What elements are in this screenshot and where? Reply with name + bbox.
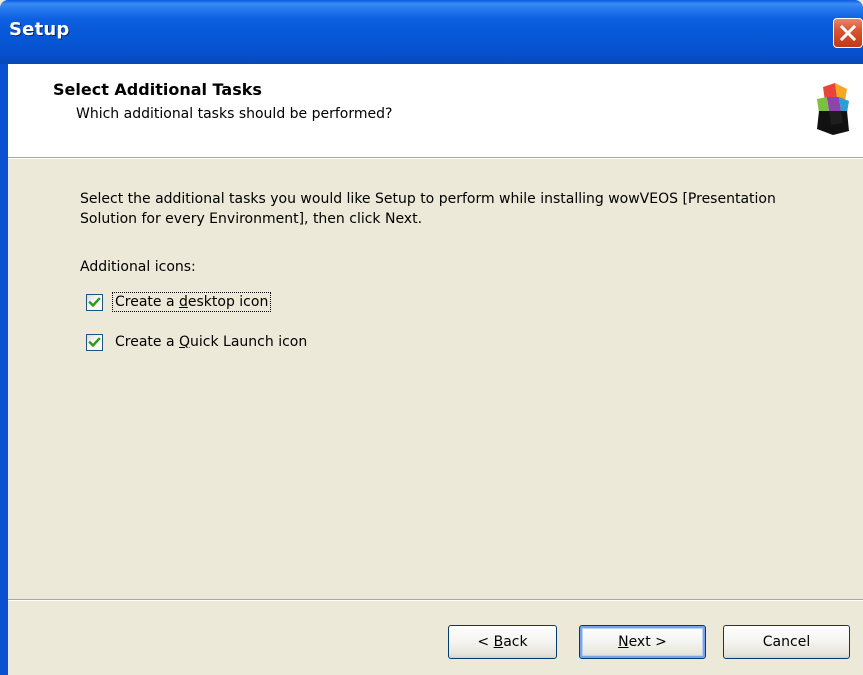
accelerator-key: B <box>493 634 504 650</box>
label-text: uick Launch icon <box>190 334 308 350</box>
wizard-body: Select the additional tasks you would li… <box>8 159 863 589</box>
label-text: ext <box>628 634 651 650</box>
quick-launch-icon-checkbox[interactable] <box>86 333 103 351</box>
page-title: Select Additional Tasks <box>53 80 262 99</box>
label-text: < <box>477 634 494 650</box>
additional-icons-label: Additional icons: <box>80 259 196 275</box>
quick-launch-icon-option[interactable]: Create a Quick Launch icon <box>86 331 309 353</box>
accelerator-key: d <box>179 294 188 310</box>
setup-window: Setup Select Additional Tasks Which addi… <box>0 0 863 675</box>
back-button[interactable]: < Back <box>448 625 557 659</box>
footer-divider-highlight <box>8 600 863 601</box>
label-text: Create a <box>115 294 179 310</box>
accelerator-key: N <box>618 634 629 650</box>
cancel-button-label: Cancel <box>762 634 811 650</box>
quick-launch-icon-label[interactable]: Create a Quick Launch icon <box>113 333 309 351</box>
desktop-icon-label[interactable]: Create a desktop icon <box>111 292 272 312</box>
label-text: Create a <box>115 334 179 350</box>
next-button[interactable]: Next > <box>579 625 706 659</box>
accelerator-key: Q <box>179 334 191 350</box>
back-button-label: < Back <box>477 634 527 650</box>
next-button-label: Next > <box>618 634 667 650</box>
page-subtitle: Which additional tasks should be perform… <box>76 106 393 122</box>
setup-logo-icon <box>817 83 849 135</box>
cancel-button[interactable]: Cancel <box>723 625 850 659</box>
window-title: Setup <box>9 19 70 40</box>
checkmark-icon <box>88 296 101 307</box>
title-bar[interactable]: Setup <box>0 0 863 64</box>
wizard-header: Select Additional Tasks Which additional… <box>8 64 863 157</box>
close-icon <box>839 24 857 42</box>
checkmark-icon <box>88 336 101 347</box>
label-text: ack <box>503 634 528 650</box>
label-text: esktop icon <box>187 294 269 310</box>
close-button[interactable] <box>833 18 863 48</box>
window-frame-left <box>0 64 8 675</box>
desktop-icon-option[interactable]: Create a desktop icon <box>86 291 272 313</box>
label-text: > <box>650 634 667 650</box>
desktop-icon-checkbox[interactable] <box>86 293 103 311</box>
task-description: Select the additional tasks you would li… <box>80 191 776 227</box>
